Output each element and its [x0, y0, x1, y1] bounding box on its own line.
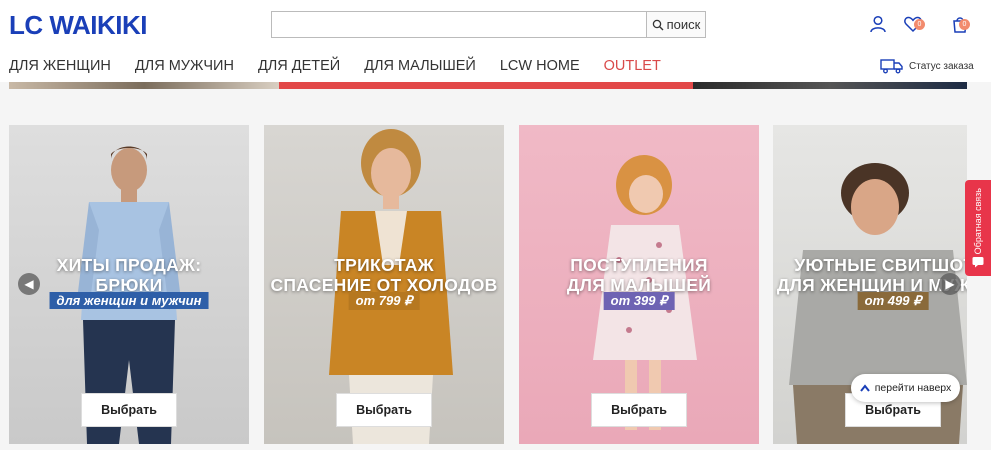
- choose-button[interactable]: Выбрать: [591, 393, 687, 427]
- search-input[interactable]: [272, 12, 646, 37]
- promo-card-knitwear[interactable]: ТРИКОТАЖ СПАСЕНИЕ ОТ ХОЛОДОВ от 799 ₽ Вы…: [264, 125, 504, 444]
- chevron-up-icon: [859, 384, 870, 392]
- choose-button[interactable]: Выбрать: [81, 393, 177, 427]
- search-bar: поиск: [271, 11, 706, 38]
- search-button[interactable]: поиск: [646, 12, 705, 37]
- order-status-label: Статус заказа: [909, 60, 974, 72]
- feedback-tab[interactable]: Обратная связь: [965, 180, 991, 276]
- back-to-top-label: перейти наверх: [874, 382, 952, 394]
- card-tag: от 399 ₽: [603, 292, 675, 310]
- card-tag: для женщин и мужчин: [49, 292, 209, 309]
- site-header: LC WAIKIKI поиск 0 0 ДЛЯ ЖЕНЩИН ДЛЯ МУЖЧ…: [0, 0, 991, 82]
- favorites-badge: 0: [914, 19, 925, 30]
- banner-strip-middle: [279, 82, 693, 89]
- card-title-line1: УЮТНЫЕ СВИТШОТЫ: [794, 255, 967, 275]
- order-status-link[interactable]: Статус заказа: [880, 58, 974, 74]
- card-tag: от 499 ₽: [857, 292, 929, 310]
- promo-card-trousers[interactable]: ХИТЫ ПРОДАЖ: БРЮКИ для женщин и мужчин В…: [9, 125, 249, 444]
- nav-item-babies[interactable]: ДЛЯ МАЛЫШЕЙ: [364, 58, 476, 74]
- cart-badge: 0: [959, 19, 970, 30]
- search-icon: [652, 19, 664, 30]
- user-icon[interactable]: [868, 14, 888, 34]
- nav-item-men[interactable]: ДЛЯ МУЖЧИН: [135, 58, 234, 74]
- nav-item-women[interactable]: ДЛЯ ЖЕНЩИН: [9, 58, 111, 74]
- card-title-line1: ПОСТУПЛЕНИЯ: [570, 255, 708, 275]
- carousel-next-arrow[interactable]: ▶: [939, 273, 961, 295]
- choose-button[interactable]: Выбрать: [336, 393, 432, 427]
- truck-icon: [880, 59, 903, 74]
- card-tag: от 799 ₽: [348, 292, 420, 310]
- banner-strip-left: [9, 82, 279, 89]
- chat-icon: [972, 257, 984, 268]
- carousel-prev-arrow[interactable]: ◀: [18, 273, 40, 295]
- nav-item-outlet[interactable]: OUTLET: [604, 58, 661, 74]
- main-nav: ДЛЯ ЖЕНЩИН ДЛЯ МУЖЧИН ДЛЯ ДЕТЕЙ ДЛЯ МАЛЫ…: [9, 58, 661, 74]
- nav-item-kids[interactable]: ДЛЯ ДЕТЕЙ: [258, 58, 340, 74]
- back-to-top-button[interactable]: перейти наверх: [851, 374, 960, 402]
- lcw-logo[interactable]: LC WAIKIKI: [9, 10, 148, 41]
- promo-card-babies[interactable]: ПОСТУПЛЕНИЯ ДЛЯ МАЛЫШЕЙ от 399 ₽ Выбрать: [519, 125, 759, 444]
- card-title-line1: ТРИКОТАЖ: [334, 255, 434, 275]
- nav-item-home[interactable]: LCW HOME: [500, 58, 580, 74]
- search-button-label: поиск: [666, 17, 701, 32]
- feedback-label: Обратная связь: [973, 188, 983, 255]
- banner-strip-right: [693, 82, 967, 89]
- card-title-line1: ХИТЫ ПРОДАЖ:: [56, 255, 202, 275]
